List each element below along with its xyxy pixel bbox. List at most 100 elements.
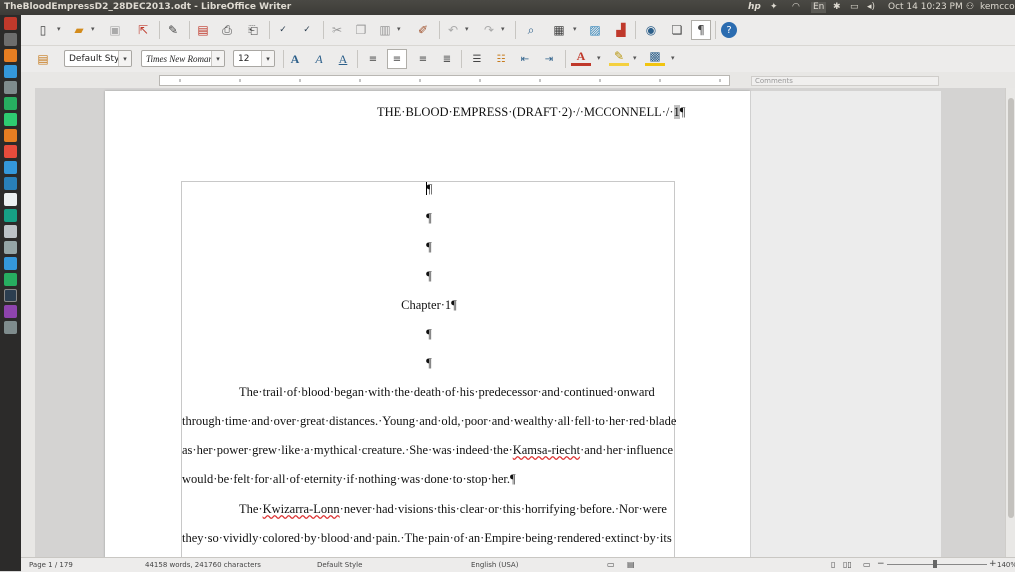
multi-page-view-icon[interactable]: ▯▯ <box>843 560 852 569</box>
bold-icon[interactable]: A <box>285 49 305 69</box>
print-icon[interactable]: ⎙ <box>217 20 237 40</box>
app-icon-12[interactable] <box>4 209 17 222</box>
save-icon[interactable]: ▣ <box>105 20 125 40</box>
undo-dropdown-icon[interactable]: ▾ <box>465 25 469 33</box>
increase-indent-icon[interactable]: ⇥ <box>539 49 559 69</box>
volume-icon[interactable]: ◂) <box>867 1 875 14</box>
word-count[interactable]: 44158 words, 241760 characters <box>145 561 261 569</box>
app-icon-13[interactable] <box>4 225 17 238</box>
app-icon-7[interactable] <box>4 129 17 142</box>
formatting-marks-icon[interactable]: ¶ <box>691 20 711 40</box>
zoom-slider[interactable] <box>887 564 987 565</box>
open-dropdown-icon[interactable]: ▾ <box>91 25 95 33</box>
font-size-select[interactable]: 12 ▾ <box>233 50 275 67</box>
background-color-dropdown-icon[interactable]: ▾ <box>671 54 675 62</box>
app-icon-11[interactable] <box>4 193 17 206</box>
styles-formatting-icon[interactable]: ▤ <box>33 49 53 69</box>
app-icon-17[interactable] <box>4 289 17 302</box>
text-body-area[interactable]: ¶ ¶ ¶ ¶ Chapter·1¶ ¶ ¶ The·trail·of·bloo… <box>181 181 676 557</box>
navigator-icon[interactable]: ◉ <box>641 20 661 40</box>
page-header[interactable]: THE·BLOOD·EMPRESS·(DRAFT·2)·/·MCCONNELL·… <box>377 105 685 120</box>
export-icon[interactable]: ⇱ <box>133 20 153 40</box>
highlight-dropdown-icon[interactable]: ▾ <box>633 54 637 62</box>
vertical-scrollbar[interactable] <box>1005 88 1015 557</box>
app-icon-18[interactable] <box>4 305 17 318</box>
scrollbar-thumb[interactable] <box>1008 98 1014 518</box>
clock[interactable]: Oct 14 10:23 PM <box>888 1 963 14</box>
image-icon[interactable]: ▨ <box>585 20 605 40</box>
document-modified-icon[interactable]: ▤ <box>627 560 635 569</box>
table-dropdown-icon[interactable]: ▾ <box>573 25 577 33</box>
undo-icon[interactable]: ↶ <box>443 20 463 40</box>
app-icon-16[interactable] <box>4 273 17 286</box>
chevron-down-icon[interactable]: ▾ <box>118 51 131 66</box>
cut-icon[interactable]: ✂ <box>327 20 347 40</box>
align-left-icon[interactable]: ≡ <box>363 49 383 69</box>
app-icon-10[interactable] <box>4 177 17 190</box>
app-icon-14[interactable] <box>4 241 17 254</box>
underline-icon[interactable]: A <box>333 49 353 69</box>
redo-icon[interactable]: ↷ <box>479 20 499 40</box>
align-center-icon[interactable]: ≡ <box>387 49 407 69</box>
firefox-icon[interactable] <box>4 49 17 62</box>
vertical-ruler[interactable] <box>21 88 36 557</box>
language[interactable]: English (USA) <box>471 561 518 569</box>
font-color-icon[interactable]: A <box>571 49 591 66</box>
insert-mode-icon[interactable]: ▭ <box>607 560 615 569</box>
italic-icon[interactable]: A <box>309 49 329 69</box>
edit-file-icon[interactable]: ✎ <box>163 20 183 40</box>
clone-formatting-icon[interactable]: ✐ <box>413 20 433 40</box>
page-count[interactable]: Page 1 / 179 <box>29 561 73 569</box>
chevron-down-icon[interactable]: ▾ <box>211 51 224 66</box>
app-icon-9[interactable] <box>4 161 17 174</box>
justify-icon[interactable]: ≣ <box>437 49 457 69</box>
paste-dropdown-icon[interactable]: ▾ <box>397 25 401 33</box>
horizontal-ruler[interactable] <box>159 75 730 86</box>
dash-icon[interactable] <box>4 17 17 30</box>
print-preview-icon[interactable]: ⎗ <box>243 20 263 40</box>
gallery-icon[interactable]: ❏ <box>667 20 687 40</box>
open-folder-icon[interactable]: ▰ <box>69 20 89 40</box>
font-color-dropdown-icon[interactable]: ▾ <box>597 54 601 62</box>
chevron-down-icon[interactable]: ▾ <box>261 51 274 66</box>
paste-icon[interactable]: ▥ <box>375 20 395 40</box>
new-document-icon[interactable]: ▯ <box>33 20 53 40</box>
terminal-icon[interactable] <box>4 81 17 94</box>
app-icon-15[interactable] <box>4 257 17 270</box>
app-icon-19[interactable] <box>4 321 17 334</box>
single-page-view-icon[interactable]: ▯ <box>831 560 835 569</box>
zoom-out-icon[interactable]: − <box>877 559 885 569</box>
hp-icon[interactable]: hp <box>748 1 761 14</box>
redo-dropdown-icon[interactable]: ▾ <box>501 25 505 33</box>
book-view-icon[interactable]: ▭ <box>863 560 871 569</box>
align-right-icon[interactable]: ≡ <box>413 49 433 69</box>
help-icon[interactable]: ? <box>721 22 737 38</box>
background-color-icon[interactable]: ▩ <box>645 49 665 66</box>
bullets-icon[interactable]: ☷ <box>491 49 511 69</box>
chart-icon[interactable]: ▟ <box>611 20 631 40</box>
document-page[interactable]: THE·BLOOD·EMPRESS·(DRAFT·2)·/·MCCONNELL·… <box>105 91 750 557</box>
misspelled-word-1[interactable]: Kamsa-riecht <box>513 443 580 457</box>
decrease-indent-icon[interactable]: ⇤ <box>515 49 535 69</box>
bluetooth-icon[interactable]: ✱ <box>833 1 841 14</box>
page-style[interactable]: Default Style <box>317 561 362 569</box>
numbering-icon[interactable]: ☰ <box>467 49 487 69</box>
paragraph-style-select[interactable]: Default Style ▾ <box>64 50 132 67</box>
zoom-slider-handle[interactable] <box>933 560 937 568</box>
battery-icon[interactable]: ▭ <box>850 1 859 14</box>
app-icon-8[interactable] <box>4 145 17 158</box>
keyboard-layout-indicator[interactable]: En <box>811 2 827 13</box>
user-icon[interactable]: ⚇ <box>966 1 974 14</box>
copy-icon[interactable]: ❐ <box>351 20 371 40</box>
highlight-icon[interactable]: ✎ <box>609 49 629 66</box>
wifi-icon[interactable]: ◠ <box>792 1 800 14</box>
user-name[interactable]: kemcco <box>980 1 1015 14</box>
find-replace-icon[interactable]: ⌕ <box>521 20 541 40</box>
export-pdf-icon[interactable]: ▤ <box>193 20 213 40</box>
calc-icon[interactable] <box>4 97 17 110</box>
zoom-level[interactable]: 140% <box>997 561 1015 569</box>
new-dropdown-icon[interactable]: ▾ <box>57 25 61 33</box>
writer-icon[interactable] <box>4 65 17 78</box>
autospellcheck-icon[interactable]: ✓ <box>297 20 317 40</box>
misspelled-word-2[interactable]: Kwizarra-Lonn <box>263 502 340 516</box>
